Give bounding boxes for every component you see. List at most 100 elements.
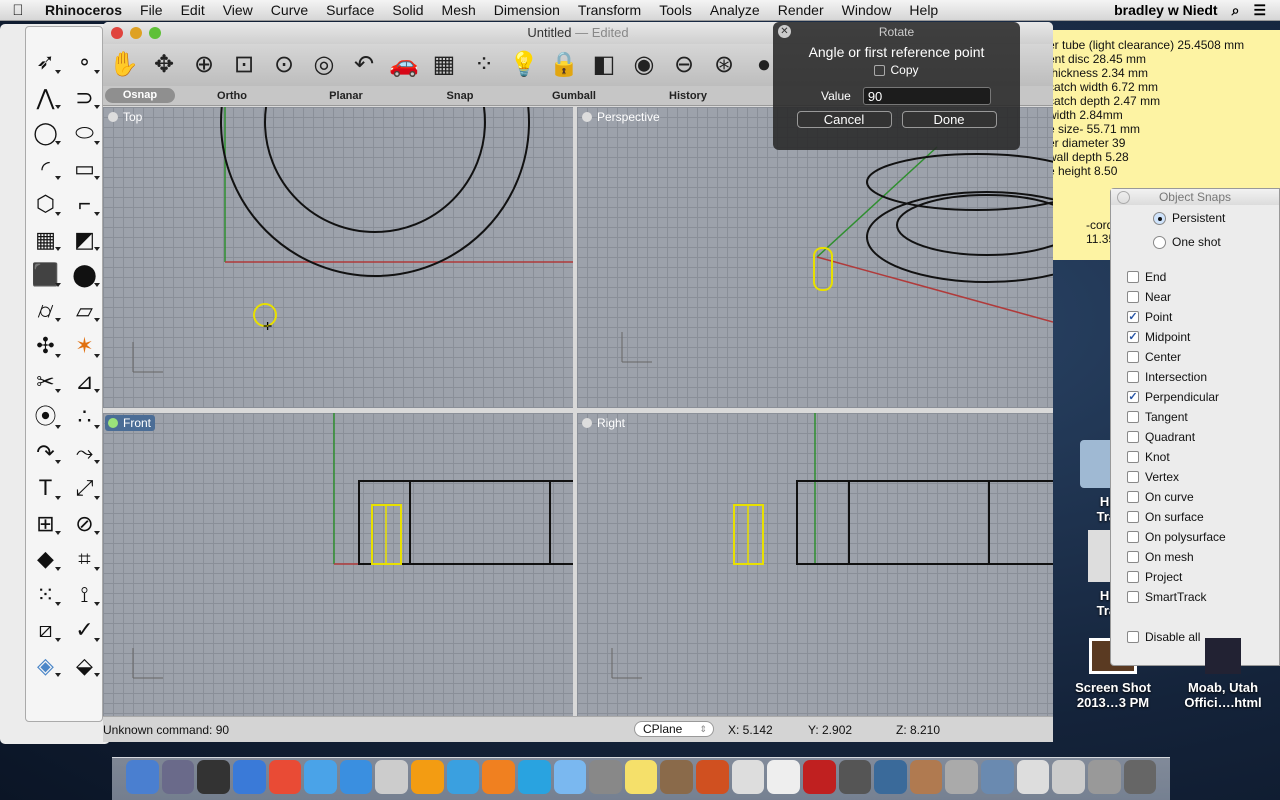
text-icon[interactable]: T [26,471,65,507]
panel-title[interactable]: Object Snaps [1111,189,1279,205]
zoom-extents-icon[interactable]: ⊙ [267,48,301,82]
ring-inner[interactable] [896,194,1053,256]
viewport-perspective[interactable]: Perspective [577,107,1053,408]
snap-near[interactable]: Near [1127,290,1171,304]
zoom-button[interactable] [149,27,161,39]
snap-point[interactable]: ✓ Point [1127,310,1172,324]
sphere-grid-icon[interactable]: ⊛ [707,48,741,82]
grid-plane-icon[interactable]: ▦ [427,48,461,82]
pan-icon[interactable]: ✋ [107,48,141,82]
puzzle-icon[interactable]: ✣ [26,329,65,365]
paint-icon[interactable]: ⬙ [65,649,104,685]
dock-app-icon[interactable] [375,760,408,794]
menu-analyze[interactable]: Analyze [701,2,769,18]
dock-app-icon[interactable] [589,760,622,794]
sphere-wire-icon[interactable]: ⊖ [667,48,701,82]
snap-quadrant[interactable]: Quadrant [1127,430,1195,444]
snap-tangent[interactable]: Tangent [1127,410,1188,424]
point-icon[interactable]: ∘ [65,45,104,81]
analyze-icon[interactable]: ⊘ [65,507,104,543]
close-icon[interactable]: ✕ [778,25,791,38]
array-icon[interactable]: ⊞ [26,507,65,543]
osnap-mode-one-shot[interactable]: One shot [1127,235,1221,249]
ring-outer[interactable] [866,191,1053,283]
selected-cylinder[interactable] [813,247,833,291]
trim-icon[interactable]: ✂ [26,365,65,401]
dock-app-icon[interactable] [482,760,515,794]
apple-icon[interactable]:  [0,2,36,19]
dock-app-icon[interactable] [1123,760,1157,794]
menu-help[interactable]: Help [900,2,947,18]
minimize-button[interactable] [130,27,142,39]
snap-project[interactable]: Project [1127,570,1182,584]
viewport-label-right[interactable]: Right [579,415,629,431]
close-button[interactable] [111,27,123,39]
snap-intersection[interactable]: Intersection [1127,370,1207,384]
user-name[interactable]: bradley w Niedt [1114,2,1217,18]
menu-solid[interactable]: Solid [383,2,432,18]
snap-on-curve[interactable]: On curve [1127,490,1194,504]
snap-on-surface[interactable]: On surface [1127,510,1204,524]
dock-app-icon[interactable] [767,760,800,794]
snap-knot[interactable]: Knot [1127,450,1170,464]
tab-planar[interactable]: Planar [289,90,403,102]
dock-app-icon[interactable] [624,760,658,794]
split-icon[interactable]: ⊿ [65,365,104,401]
cancel-button[interactable]: Cancel [796,111,892,128]
dock-app-icon[interactable] [1052,760,1085,794]
dock-app-icon[interactable] [553,760,587,794]
viewport-label-top[interactable]: Top [105,109,146,125]
explode-icon[interactable]: ✶ [65,329,104,365]
menu-curve[interactable]: Curve [262,2,317,18]
notification-list-icon[interactable]: ☰ [1253,2,1266,19]
dock-app-icon[interactable] [304,760,337,794]
outer-circle[interactable] [220,107,530,277]
select-arrow-icon[interactable]: ➶ [26,45,65,81]
dock-app-icon[interactable] [909,760,943,794]
ring-profile[interactable] [796,480,1053,565]
dock-app-icon[interactable] [339,760,373,794]
zoom-icon[interactable]: ⊕ [187,48,221,82]
zoom-window-icon[interactable]: ⊡ [227,48,261,82]
arc-curve-icon[interactable]: ⊃ [65,81,104,117]
polygon-icon[interactable]: ⬡ [26,187,65,223]
dock-app-icon[interactable] [232,760,266,794]
ring-top[interactable] [866,153,1053,211]
dock-app-icon[interactable] [660,760,693,794]
viewport-right[interactable]: Right [577,413,1053,716]
spotlight-search-icon[interactable]: ⌕ [1232,2,1240,19]
desktop-icon-html[interactable]: Moab, Utah Offici….html [1168,638,1278,710]
control-points-icon[interactable]: ⤳ [65,436,104,472]
menu-render[interactable]: Render [769,2,833,18]
ring-profile[interactable] [358,480,573,565]
viewport-top[interactable]: ✛ Top [103,107,573,408]
dock-app-icon[interactable] [802,760,836,794]
mesh-icon[interactable]: ⌗ [65,542,104,578]
circle-icon[interactable]: ◯ [26,116,65,152]
rectangle-icon[interactable]: ▭ [65,152,104,188]
dock-app-icon[interactable] [1016,760,1050,794]
dock-app-icon[interactable] [696,760,729,794]
viewport-label-front[interactable]: Front [105,415,156,431]
cplane-select[interactable]: CPlane ⇕ [634,721,714,737]
scale-icon[interactable]: ⤢ [65,471,104,507]
light-bulb-icon[interactable]: 💡 [507,48,541,82]
menu-app[interactable]: Rhinoceros [36,2,131,18]
menu-edit[interactable]: Edit [172,2,214,18]
shear-icon[interactable]: ⧄ [26,613,65,649]
layer-icon[interactable]: ◧ [587,48,621,82]
boolean-icon[interactable]: ⦿ [26,400,65,436]
dock-app-icon[interactable] [126,760,159,794]
box-icon[interactable]: ⬛ [26,258,65,294]
menu-transform[interactable]: Transform [569,2,650,18]
viewport-front[interactable]: Front [103,413,573,716]
dock-app-icon[interactable] [731,760,765,794]
copy-checkbox[interactable]: Copy [773,63,1020,77]
osnap-mode-persistent[interactable]: Persistent [1127,211,1225,225]
dock-app-icon[interactable] [411,760,444,794]
dock-app-icon[interactable] [874,760,907,794]
menu-mesh[interactable]: Mesh [433,2,485,18]
cylinder-icon[interactable]: ⌭ [26,294,65,330]
menu-file[interactable]: File [131,2,172,18]
snap-smarttrack[interactable]: SmartTrack [1127,590,1207,604]
